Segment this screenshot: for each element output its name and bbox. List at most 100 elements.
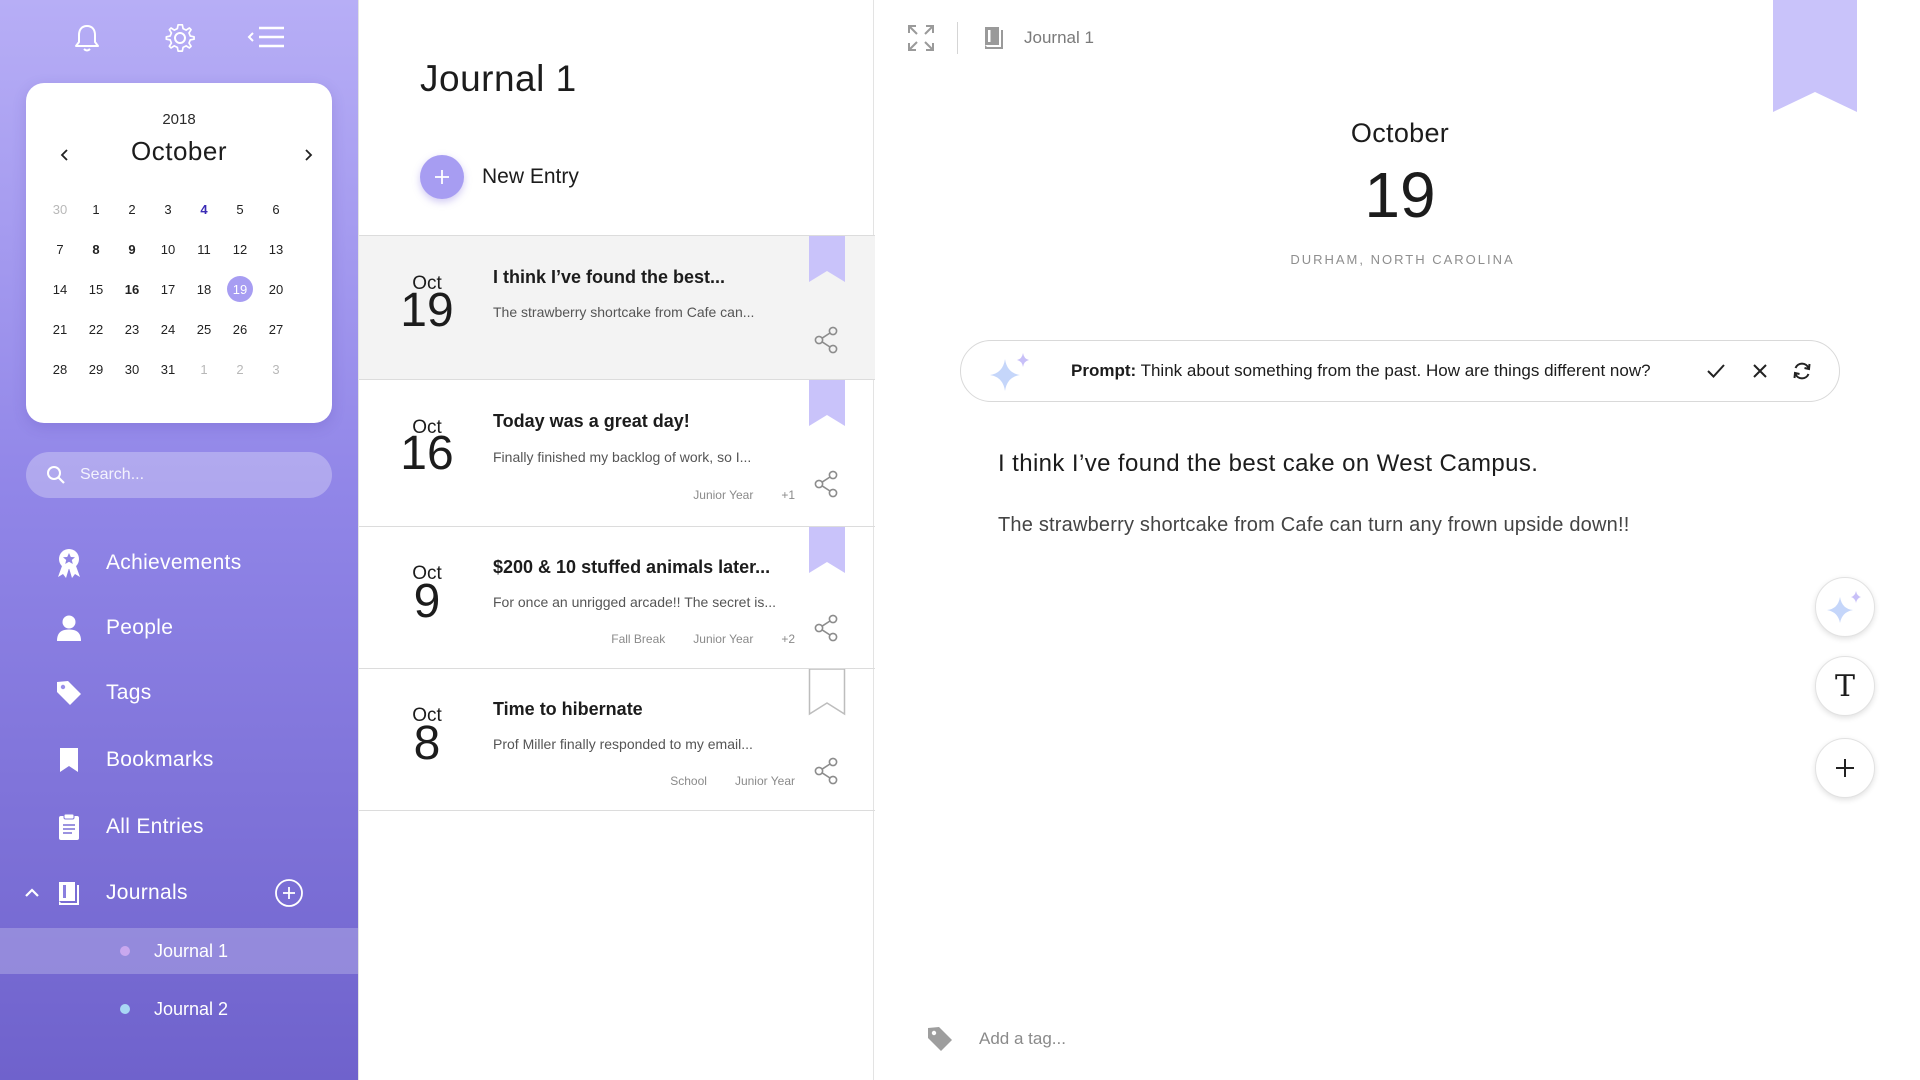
entry-row[interactable]: Oct 19 I think I’ve found the best... The s… (359, 235, 875, 379)
calendar-day[interactable]: 13 (258, 229, 294, 269)
calendar-day[interactable]: 18 (186, 269, 222, 309)
bell-icon[interactable] (67, 18, 107, 58)
entry-tag[interactable]: Fall Break (611, 632, 665, 646)
entry-body[interactable]: The strawberry shortcake from Cafe can t… (998, 514, 1629, 537)
entry-tag[interactable]: Junior Year (735, 774, 795, 788)
refresh-icon[interactable] (1789, 358, 1815, 384)
calendar-day-number: 3 (164, 201, 172, 217)
entry-row[interactable]: Oct 8 Time to hibernate Prof Miller finally… (359, 668, 875, 810)
calendar-day[interactable]: 11 (186, 229, 222, 269)
chevron-right-icon[interactable] (296, 143, 320, 167)
calendar-day[interactable]: 20 (258, 269, 294, 309)
entry-editor: Journal 1 October 19 DURHAM, NORTH CAROL… (875, 0, 1920, 1080)
calendar-day[interactable]: 4 (186, 189, 222, 229)
calendar-day[interactable]: 12 (222, 229, 258, 269)
calendar-day[interactable]: 27 (258, 309, 294, 349)
calendar-day[interactable]: 1 (186, 349, 222, 389)
share-icon[interactable] (811, 756, 841, 786)
sidebar-journal-item[interactable]: Journal 2 (0, 986, 358, 1032)
breadcrumb-journal[interactable]: Journal 1 (1024, 28, 1094, 48)
calendar-day[interactable]: 28 (42, 349, 78, 389)
book-icon (980, 24, 1008, 52)
bookmark-ribbon[interactable] (1773, 0, 1857, 112)
plus-circle-icon[interactable] (274, 878, 304, 908)
close-icon[interactable] (1747, 358, 1773, 384)
entry-row[interactable]: Oct 16 Today was a great day! Finally finis… (359, 379, 875, 526)
nav-achievements-label: Achievements (106, 551, 242, 574)
entry-location[interactable]: DURHAM, NORTH CAROLINA (875, 252, 1920, 267)
calendar-day[interactable]: 3 (258, 349, 294, 389)
nav-all-entries[interactable]: All Entries (0, 801, 358, 853)
nav-journals[interactable]: Journals (0, 867, 358, 919)
check-icon[interactable] (1703, 358, 1729, 384)
calendar-day[interactable]: 1 (78, 189, 114, 229)
calendar-day[interactable]: 30 (42, 189, 78, 229)
calendar-day[interactable]: 10 (150, 229, 186, 269)
calendar-day[interactable]: 29 (78, 349, 114, 389)
share-icon[interactable] (811, 469, 841, 499)
calendar-day[interactable]: 25 (186, 309, 222, 349)
entry-row[interactable]: Oct 9 $200 & 10 stuffed animals later... Fo… (359, 526, 875, 668)
calendar-day[interactable]: 22 (78, 309, 114, 349)
calendar-day[interactable]: 16 (114, 269, 150, 309)
entry-title[interactable]: I think I’ve found the best cake on West… (998, 450, 1538, 478)
entry-title: I think I’ve found the best... (493, 267, 726, 287)
entry-tags: Fall Break Junior Year +2 (611, 632, 795, 646)
search-input[interactable] (80, 466, 300, 484)
plus-icon (420, 155, 464, 199)
calendar-day-number: 6 (272, 201, 280, 217)
calendar-day-number: 23 (124, 321, 140, 337)
calendar-day[interactable]: 6 (258, 189, 294, 229)
bookmark-icon[interactable] (808, 380, 846, 428)
calendar-day[interactable]: 31 (150, 349, 186, 389)
calendar-day[interactable]: 15 (78, 269, 114, 309)
calendar-day-number: 7 (56, 241, 64, 257)
sidebar-journal-item[interactable]: Journal 1 (0, 928, 358, 974)
calendar-day[interactable]: 23 (114, 309, 150, 349)
entry-tag[interactable]: +1 (781, 488, 795, 502)
chevron-up-icon[interactable] (20, 881, 44, 905)
calendar-day[interactable]: 19 (222, 269, 258, 309)
gear-icon[interactable] (160, 18, 200, 58)
bookmark-icon[interactable] (808, 236, 846, 284)
nav-tags[interactable]: Tags (0, 667, 358, 719)
text-format-button[interactable]: T (1815, 656, 1875, 716)
share-icon[interactable] (811, 325, 841, 355)
bookmark-icon[interactable] (808, 527, 846, 575)
calendar-day[interactable]: 3 (150, 189, 186, 229)
calendar-day[interactable]: 30 (114, 349, 150, 389)
calendar-day-number: 19 (227, 276, 253, 302)
entry-tag[interactable]: School (670, 774, 707, 788)
sparkle-prompt-button[interactable] (1815, 577, 1875, 637)
calendar-day-number: 28 (52, 361, 68, 377)
prompt-label: Prompt: (1071, 361, 1137, 380)
nav-people[interactable]: People (0, 602, 358, 654)
expand-icon[interactable] (905, 22, 937, 54)
entry-tag[interactable]: Junior Year (693, 488, 753, 502)
collapse-menu-icon[interactable] (246, 18, 286, 58)
nav-bookmarks[interactable]: Bookmarks (0, 734, 358, 786)
nav-achievements[interactable]: Achievements (0, 537, 358, 589)
calendar-day[interactable]: 2 (222, 349, 258, 389)
share-icon[interactable] (811, 613, 841, 643)
add-tag-input[interactable] (979, 1024, 1379, 1054)
sidebar-top-toolbar (0, 18, 358, 58)
entry-tag[interactable]: Junior Year (693, 632, 753, 646)
new-entry-button[interactable]: New Entry (420, 155, 579, 199)
calendar-day[interactable]: 7 (42, 229, 78, 269)
calendar-day[interactable]: 9 (114, 229, 150, 269)
nav-journals-label: Journals (106, 881, 188, 904)
calendar-day[interactable]: 26 (222, 309, 258, 349)
calendar-day[interactable]: 17 (150, 269, 186, 309)
calendar-day[interactable]: 5 (222, 189, 258, 229)
calendar-day[interactable]: 2 (114, 189, 150, 229)
calendar-day[interactable]: 21 (42, 309, 78, 349)
bookmark-icon[interactable] (808, 669, 846, 717)
entry-day: 8 (413, 717, 441, 770)
add-media-button[interactable] (1815, 738, 1875, 798)
search-bar[interactable] (26, 452, 332, 498)
calendar-day[interactable]: 14 (42, 269, 78, 309)
calendar-day[interactable]: 8 (78, 229, 114, 269)
entry-tag[interactable]: +2 (781, 632, 795, 646)
calendar-day[interactable]: 24 (150, 309, 186, 349)
